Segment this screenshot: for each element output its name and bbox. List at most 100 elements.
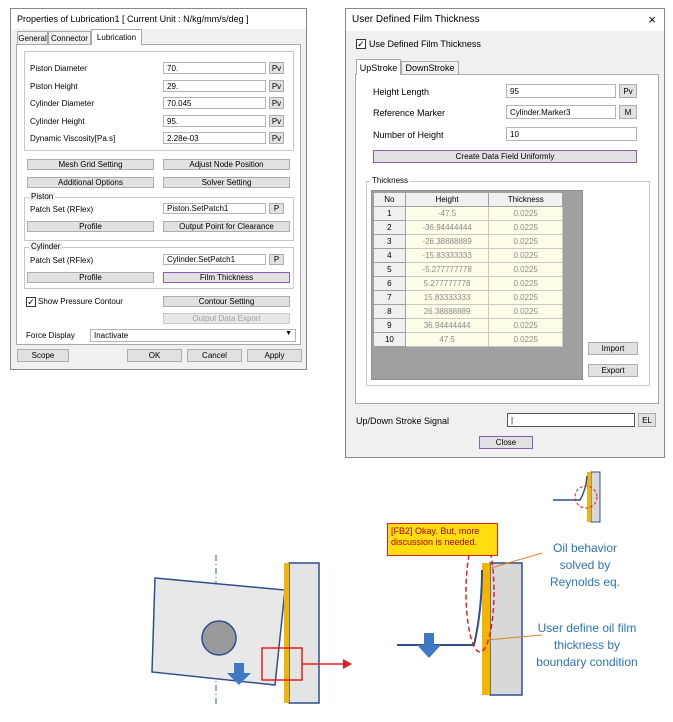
field-value[interactable]: 95. <box>163 115 266 127</box>
close-button[interactable]: Close <box>479 436 533 449</box>
table-row[interactable]: 8 26.38888889 0.0225 <box>373 304 563 319</box>
row-number[interactable]: 1 <box>373 206 406 221</box>
apply-button[interactable]: Apply <box>247 349 302 362</box>
column-header-thickness[interactable]: Thickness <box>488 192 563 207</box>
use-defined-film-checkbox[interactable]: ✓ <box>356 39 366 49</box>
reference-marker-field[interactable]: Cylinder.Marker3 <box>506 105 616 119</box>
row-number[interactable]: 2 <box>373 220 406 235</box>
thickness-cell[interactable]: 0.0225 <box>488 332 563 347</box>
thickness-cell[interactable]: 0.0225 <box>488 304 563 319</box>
piston-profile-button[interactable]: Profile <box>27 221 154 232</box>
additional-options-button[interactable]: Additional Options <box>27 177 154 188</box>
thickness-table[interactable]: No Height Thickness 1 -47.5 0.0225 2 -36.944… <box>373 192 563 347</box>
thickness-cell[interactable]: 0.0225 <box>488 318 563 333</box>
solver-setting-button[interactable]: Solver Setting <box>163 177 290 188</box>
cylinder-patch-field[interactable]: Cylinder.SetPatch1 <box>163 254 266 265</box>
cylinder-patch-pick-button[interactable]: P <box>269 254 284 265</box>
close-icon[interactable]: × <box>648 12 656 27</box>
height-cell[interactable]: -15.83333333 <box>404 248 490 263</box>
height-cell[interactable]: 47.5 <box>404 332 490 347</box>
thickness-cell[interactable]: 0.0225 <box>488 276 563 291</box>
table-row[interactable]: 9 36.94444444 0.0225 <box>373 318 563 333</box>
table-row[interactable]: 10 47.5 0.0225 <box>373 332 563 347</box>
stroke-signal-el-button[interactable]: EL <box>638 413 656 427</box>
force-display-select[interactable]: Inactivate ▼ <box>90 329 296 342</box>
height-cell[interactable]: 36.94444444 <box>404 318 490 333</box>
pv-button[interactable]: Pv <box>269 115 284 127</box>
field-label: Piston Diameter <box>30 64 87 73</box>
height-cell[interactable]: 26.38888889 <box>404 304 490 319</box>
oil-film-small <box>587 472 591 522</box>
leader-oil <box>490 552 543 569</box>
output-point-clearance-button[interactable]: Output Point for Clearance <box>163 221 290 232</box>
reference-marker-pick-button[interactable]: M <box>619 105 637 119</box>
height-cell[interactable]: 5.277777778 <box>404 276 490 291</box>
row-number[interactable]: 3 <box>373 234 406 249</box>
field-value[interactable]: 70.045 <box>163 97 266 109</box>
column-header-no[interactable]: No <box>373 192 406 207</box>
create-data-field-button[interactable]: Create Data Field Uniformly <box>373 150 637 163</box>
cylinder-wall-zoom <box>489 562 523 696</box>
thickness-cell[interactable]: 0.0225 <box>488 248 563 263</box>
table-row[interactable]: 5 -5.277777778 0.0225 <box>373 262 563 277</box>
row-number[interactable]: 6 <box>373 276 406 291</box>
pv-button[interactable]: Pv <box>269 80 284 92</box>
height-length-field[interactable]: 95 <box>506 84 616 98</box>
table-row[interactable]: 1 -47.5 0.0225 <box>373 206 563 221</box>
thickness-cell[interactable]: 0.0225 <box>488 234 563 249</box>
number-of-height-field[interactable]: 10 <box>506 127 637 141</box>
field-value[interactable]: 70. <box>163 62 266 74</box>
table-row[interactable]: 7 15.83333333 0.0225 <box>373 290 563 305</box>
height-cell[interactable]: -36.94444444 <box>404 220 490 235</box>
row-number[interactable]: 8 <box>373 304 406 319</box>
tab-lubrication[interactable]: Lubrication <box>91 29 142 45</box>
film-thickness-dialog: User Defined Film Thickness × ✓ Use Defi… <box>345 8 665 458</box>
stroke-signal-field[interactable]: | <box>507 413 635 427</box>
thickness-cell[interactable]: 0.0225 <box>488 262 563 277</box>
cylinder-profile-button[interactable]: Profile <box>27 272 154 283</box>
thickness-cell[interactable]: 0.0225 <box>488 220 563 235</box>
piston-patch-pick-button[interactable]: P <box>269 203 284 214</box>
height-cell[interactable]: -5.277777778 <box>404 262 490 277</box>
row-number[interactable]: 9 <box>373 318 406 333</box>
tab-connector[interactable]: Connector <box>48 31 91 44</box>
row-number[interactable]: 5 <box>373 262 406 277</box>
row-number[interactable]: 4 <box>373 248 406 263</box>
table-row[interactable]: 3 -26.38888889 0.0225 <box>373 234 563 249</box>
table-row[interactable]: 4 -15.83333333 0.0225 <box>373 248 563 263</box>
piston-patch-field[interactable]: Piston.SetPatch1 <box>163 203 266 214</box>
adjust-node-position-button[interactable]: Adjust Node Position <box>163 159 290 170</box>
pv-button[interactable]: Pv <box>269 62 284 74</box>
cancel-button[interactable]: Cancel <box>187 349 242 362</box>
column-header-height[interactable]: Height <box>404 192 490 207</box>
tab-downstroke[interactable]: DownStroke <box>401 61 459 74</box>
tab-general[interactable]: General <box>17 31 48 44</box>
scope-button[interactable]: Scope <box>17 349 69 362</box>
tab-upstroke[interactable]: UpStroke <box>356 59 401 75</box>
ok-button[interactable]: OK <box>127 349 182 362</box>
piston-pin <box>201 620 237 656</box>
height-cell[interactable]: -47.5 <box>404 206 490 221</box>
height-cell[interactable]: -26.38888889 <box>404 234 490 249</box>
table-row[interactable]: 6 5.277777778 0.0225 <box>373 276 563 291</box>
height-cell[interactable]: 15.83333333 <box>404 290 490 305</box>
field-value[interactable]: 2.28e-03 <box>163 132 266 144</box>
pv-button[interactable]: Pv <box>269 97 284 109</box>
field-value[interactable]: 29. <box>163 80 266 92</box>
show-pressure-checkbox[interactable]: ✓ <box>26 297 36 307</box>
contour-setting-button[interactable]: Contour Setting <box>163 296 290 307</box>
height-length-pv-button[interactable]: Pv <box>619 84 637 98</box>
row-number[interactable]: 7 <box>373 290 406 305</box>
number-of-height-label: Number of Height <box>373 130 444 140</box>
mesh-grid-setting-button[interactable]: Mesh Grid Setting <box>27 159 154 170</box>
pv-button[interactable]: Pv <box>269 132 284 144</box>
import-button[interactable]: Import <box>588 342 638 355</box>
table-row[interactable]: 2 -36.94444444 0.0225 <box>373 220 563 235</box>
properties-dialog: Properties of Lubrication1 [ Current Uni… <box>10 8 307 370</box>
film-thickness-button[interactable]: Film Thickness <box>163 272 290 283</box>
output-data-export-button[interactable]: Output Data Export <box>163 313 290 324</box>
thickness-cell[interactable]: 0.0225 <box>488 290 563 305</box>
export-button[interactable]: Export <box>588 364 638 377</box>
row-number[interactable]: 10 <box>373 332 406 347</box>
thickness-cell[interactable]: 0.0225 <box>488 206 563 221</box>
